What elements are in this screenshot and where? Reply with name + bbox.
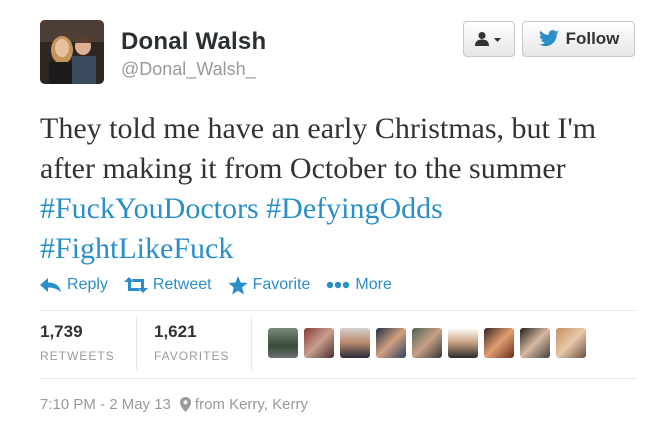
location-pin-icon [179,397,191,412]
favoriter-avatar[interactable] [340,328,370,358]
tweet-body: They told me have an early Christmas, bu… [40,112,597,185]
retweets-count: 1,739 [40,322,83,341]
favoriter-avatar[interactable] [520,328,550,358]
favoriter-avatar[interactable] [484,328,514,358]
more-label: More [355,276,392,293]
retweets-label: RETWEETS [40,349,115,363]
tweet-card: Donal Walsh @Donal_Walsh_ Follow They to… [0,0,650,436]
stat-divider [251,316,252,370]
user-dropdown-icon [475,32,501,46]
favoriter-avatar[interactable] [304,328,334,358]
retweets-stat[interactable]: 1,739 RETWEETS [40,322,115,363]
more-action[interactable]: More [326,276,392,294]
tweet-timestamp[interactable]: 7:10 PM - 2 May 13 [40,396,171,413]
reply-label: Reply [67,276,108,293]
reply-action[interactable]: Reply [40,276,108,294]
reply-icon [40,278,61,292]
favoriter-avatar[interactable] [268,328,298,358]
follow-label: Follow [565,29,620,48]
favorite-action[interactable]: Favorite [228,275,311,295]
twitter-bird-icon [538,30,559,47]
favorites-stat[interactable]: 1,621 FAVORITES [154,322,229,363]
retweet-action[interactable]: Retweet [123,276,212,294]
user-actions-button[interactable] [463,21,515,57]
hashtag-link[interactable]: #FightLikeFuck [40,232,233,265]
favoriter-avatar[interactable] [376,328,406,358]
favoriter-avatar[interactable] [412,328,442,358]
more-dots-icon [327,281,350,289]
favorites-count: 1,621 [154,322,197,341]
user-display-name[interactable]: Donal Walsh [121,28,266,56]
star-icon [228,275,248,294]
tweet-text: They told me have an early Christmas, bu… [40,109,635,269]
user-handle[interactable]: @Donal_Walsh_ [121,59,256,80]
tweet-location[interactable]: from Kerry, Kerry [195,396,308,413]
favoriter-avatar[interactable] [556,328,586,358]
hashtag-link[interactable]: #FuckYouDoctors [40,192,259,225]
favoriters-avatars [268,328,592,358]
hashtag-link[interactable]: #DefyingOdds [266,192,443,225]
follow-button[interactable]: Follow [522,21,635,57]
retweet-icon [123,277,148,293]
tweet-meta: 7:10 PM - 2 May 13 from Kerry, Kerry [40,396,308,413]
favorite-label: Favorite [252,276,311,293]
stat-divider [136,316,137,370]
avatar[interactable] [40,20,104,84]
retweet-label: Retweet [152,276,212,293]
divider [40,378,637,379]
favoriter-avatar[interactable] [448,328,478,358]
tweet-actions: Reply Retweet Favorite More [40,274,408,296]
favorites-label: FAVORITES [154,349,230,363]
divider [40,310,637,311]
